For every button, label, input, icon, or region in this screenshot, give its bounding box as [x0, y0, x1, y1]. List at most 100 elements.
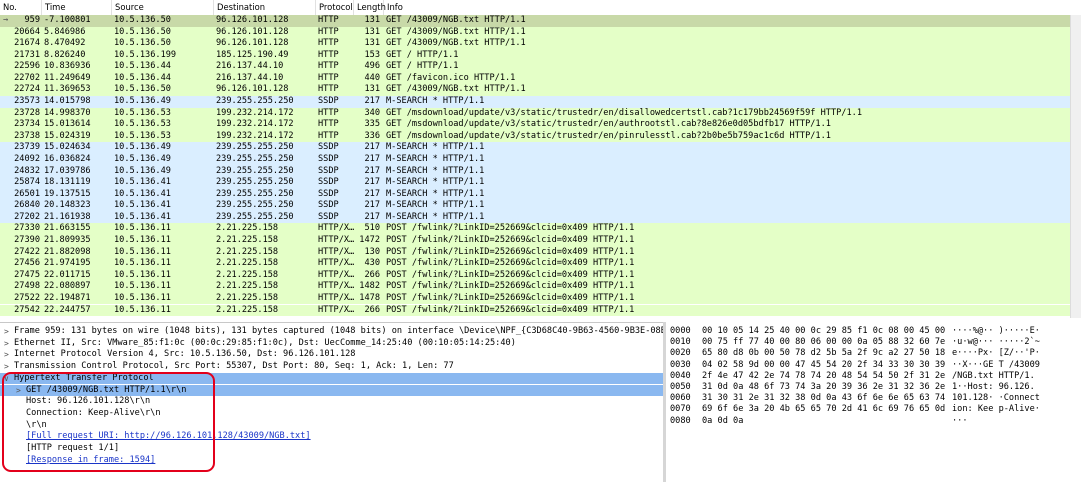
packet-number: 27202 — [14, 211, 40, 222]
packet-row[interactable]: 22596 10.836936 10.5.136.44 216.137.44.10 HT… — [0, 61, 1081, 73]
packet-info: POST /fwlink/?LinkID=252669&clcid=0x409 … — [386, 269, 635, 280]
packet-number: 27542 — [14, 304, 40, 315]
packet-destination: 185.125.190.49 — [216, 49, 289, 60]
packet-source: 10.5.136.50 — [114, 15, 171, 25]
detail-tree-item[interactable]: [HTTP request 1/1] — [0, 443, 663, 455]
packet-time: 15.013614 — [44, 119, 91, 130]
packet-info: M-SEARCH * HTTP/1.1 — [386, 200, 485, 211]
detail-tree-item[interactable]: \r\n — [0, 420, 663, 432]
detail-tree-item[interactable]: [Full request URI: http://96.126.101.128… — [0, 431, 663, 443]
packet-row[interactable]: 23738 15.024319 10.5.136.53 199.232.214.172… — [0, 130, 1081, 143]
packet-row[interactable]: 26840 20.148323 10.5.136.41 239.255.255.250… — [0, 200, 1081, 212]
packet-row[interactable]: 25874 18.131119 10.5.136.41 239.255.255.250… — [0, 177, 1081, 189]
column-header-length[interactable]: Length — [354, 0, 386, 15]
packet-time: 10.836936 — [44, 61, 91, 72]
packet-row[interactable]: 27456 21.974195 10.5.136.11 2.21.225.158 HTT… — [0, 258, 1081, 270]
packet-bytes-pane[interactable]: 0000 00 10 05 14 25 40 00 0c 29 85 f1 0c … — [666, 322, 1081, 482]
packet-row[interactable]: 22724 11.369653 10.5.136.50 96.126.101.128 H… — [0, 84, 1081, 97]
hex-bytes[interactable]: 04 02 58 9d 00 00 47 45 54 20 2f 34 33 3… — [702, 360, 945, 371]
packet-info: POST /fwlink/?LinkID=252669&clcid=0x409 … — [386, 281, 635, 292]
column-header-time[interactable]: Time — [42, 0, 112, 15]
collapse-arrow-icon[interactable]: ∨ — [4, 373, 9, 385]
column-header-no[interactable]: No. — [0, 0, 42, 15]
packet-row[interactable]: 20664 5.846986 10.5.136.50 96.126.101.128 HT… — [0, 26, 1081, 39]
hex-bytes[interactable]: 00 75 ff 77 40 00 80 06 00 00 0a 05 88 3… — [702, 337, 945, 348]
detail-tree-item[interactable]: > Transmission Control Protocol, Src Port… — [0, 361, 663, 373]
packet-protocol: HTTP/X… — [318, 235, 355, 246]
packet-info: GET /msdownload/update/v3/static/trusted… — [386, 119, 831, 130]
detail-tree-item[interactable]: ∨ Hypertext Transfer Protocol — [0, 372, 663, 385]
packet-row[interactable]: 27498 22.080897 10.5.136.11 2.21.225.158 HTT… — [0, 281, 1081, 293]
hex-bytes[interactable]: 00 10 05 14 25 40 00 0c 29 85 f1 0c 08 0… — [702, 326, 945, 337]
hex-bytes[interactable]: 0a 0d 0a — [702, 416, 743, 427]
detail-tree-item[interactable]: [Response in frame: 1594] — [0, 455, 663, 467]
detail-tree-item[interactable]: > Frame 959: 131 bytes on wire (1048 bits… — [0, 326, 663, 338]
expand-arrow-icon[interactable]: > — [4, 349, 9, 361]
packet-row[interactable]: 27475 22.011715 10.5.136.11 2.21.225.158 HTT… — [0, 269, 1081, 282]
packet-row[interactable]: 21731 8.826240 10.5.136.199 185.125.190.49 H… — [0, 49, 1081, 62]
ascii-bytes[interactable]: ··X···GE T /43009 — [952, 360, 1040, 371]
packet-row[interactable]: 23739 15.024634 10.5.136.49 239.255.255.250… — [0, 142, 1081, 154]
detail-tree-item[interactable]: > GET /43009/NGB.txt HTTP/1.1\r\n — [0, 384, 663, 397]
hex-bytes[interactable]: 31 0d 0a 48 6f 73 74 3a 20 39 36 2e 31 3… — [702, 382, 945, 393]
packet-time: 21.161938 — [44, 211, 91, 222]
ascii-bytes[interactable]: ion: Kee p-Alive· — [952, 404, 1040, 415]
packet-list-pane[interactable]: No. Time Source Destination Protocol Len… — [0, 0, 1081, 318]
packet-destination: 96.126.101.128 — [216, 26, 289, 37]
packet-row[interactable]: 27542 22.244757 10.5.136.11 2.21.225.158 HTT… — [0, 304, 1081, 317]
ascii-bytes[interactable]: e····Px· [Z/··'P· — [952, 348, 1040, 359]
expand-arrow-icon[interactable]: > — [4, 338, 9, 350]
packet-number: 27475 — [14, 269, 40, 280]
packet-row[interactable]: 27390 21.809935 10.5.136.11 2.21.225.158 HTT… — [0, 235, 1081, 247]
packet-time: 21.809935 — [44, 235, 91, 246]
packet-row[interactable]: 27422 21.882098 10.5.136.11 2.21.225.158 HTT… — [0, 246, 1081, 259]
packet-info: GET / HTTP/1.1 — [386, 49, 459, 60]
packet-row[interactable]: 23734 15.013614 10.5.136.53 199.232.214.172… — [0, 119, 1081, 131]
hex-offset: 0070 — [670, 404, 691, 415]
packet-time: 22.011715 — [44, 269, 91, 280]
packet-row[interactable]: 23573 14.015798 10.5.136.49 239.255.255.250… — [0, 96, 1081, 108]
packet-row[interactable]: 26501 19.137515 10.5.136.41 239.255.255.250… — [0, 188, 1081, 201]
column-header-source[interactable]: Source — [112, 0, 214, 15]
packet-list-scrollbar[interactable] — [1070, 15, 1081, 318]
ascii-bytes[interactable]: /NGB.txt HTTP/1. — [952, 371, 1035, 382]
packet-destination: 2.21.225.158 — [216, 235, 279, 246]
packet-row[interactable]: 27522 22.194871 10.5.136.11 2.21.225.158 HTT… — [0, 292, 1081, 305]
expand-arrow-icon[interactable]: > — [4, 361, 9, 373]
packet-row[interactable]: 21674 8.470492 10.5.136.50 96.126.101.128 HT… — [0, 38, 1081, 50]
detail-tree-item[interactable]: > Ethernet II, Src: VMware_85:f1:0c (00:0… — [0, 338, 663, 350]
packet-protocol: SSDP — [318, 188, 339, 199]
expand-arrow-icon[interactable]: > — [4, 326, 9, 338]
ascii-bytes[interactable]: ····%@·· )·····E· — [952, 326, 1040, 337]
detail-tree-item[interactable]: Connection: Keep-Alive\r\n — [0, 408, 663, 420]
packet-row[interactable]: 24092 16.036824 10.5.136.49 239.255.255.250… — [0, 153, 1081, 166]
packet-details-pane[interactable]: > Frame 959: 131 bytes on wire (1048 bits… — [0, 322, 663, 483]
detail-tree-item[interactable]: Host: 96.126.101.128\r\n — [0, 396, 663, 408]
ascii-bytes[interactable]: ·u·w@··· ·····2`~ — [952, 337, 1040, 348]
column-header-destination[interactable]: Destination — [214, 0, 316, 15]
detail-link[interactable]: [Full request URI: http://96.126.101.128… — [26, 431, 311, 443]
packet-time: 22.194871 — [44, 292, 91, 303]
hex-bytes[interactable]: 31 30 31 2e 31 32 38 0d 0a 43 6f 6e 6e 6… — [702, 393, 945, 404]
expand-arrow-icon[interactable]: > — [16, 385, 21, 397]
packet-source: 10.5.136.44 — [114, 61, 171, 72]
detail-tree-item[interactable]: > Internet Protocol Version 4, Src: 10.5.… — [0, 349, 663, 361]
ascii-bytes[interactable]: 1··Host: 96.126. — [952, 382, 1035, 393]
packet-row[interactable]: → 959 -7.100801 10.5.136.50 96.126.101.128 HT… — [0, 15, 1081, 27]
packet-time: 5.846986 — [44, 26, 86, 37]
packet-row[interactable]: 27202 21.161938 10.5.136.41 239.255.255.250… — [0, 211, 1081, 224]
packet-row[interactable]: 27330 21.663155 10.5.136.11 2.21.225.158 HTT… — [0, 223, 1081, 236]
packet-time: 21.974195 — [44, 258, 91, 269]
detail-link[interactable]: [Response in frame: 1594] — [26, 455, 155, 467]
packet-row[interactable]: 23728 14.998370 10.5.136.53 199.232.214.172… — [0, 107, 1081, 120]
packet-destination: 2.21.225.158 — [216, 281, 279, 292]
hex-bytes[interactable]: 65 80 d8 0b 00 50 78 d2 5b 5a 2f 9c a2 2… — [702, 348, 945, 359]
packet-row[interactable]: 24832 17.039786 10.5.136.49 239.255.255.250… — [0, 165, 1081, 178]
ascii-bytes[interactable]: 101.128· ·Connect — [952, 393, 1040, 404]
ascii-bytes[interactable]: ··· — [952, 416, 968, 427]
column-header-info[interactable]: Info — [384, 0, 1070, 15]
column-header-protocol[interactable]: Protocol — [316, 0, 354, 15]
hex-bytes[interactable]: 2f 4e 47 42 2e 74 78 74 20 48 54 54 50 2… — [702, 371, 945, 382]
hex-bytes[interactable]: 69 6f 6e 3a 20 4b 65 65 70 2d 41 6c 69 7… — [702, 404, 945, 415]
packet-row[interactable]: 22702 11.249649 10.5.136.44 216.137.44.10 HT… — [0, 72, 1081, 85]
